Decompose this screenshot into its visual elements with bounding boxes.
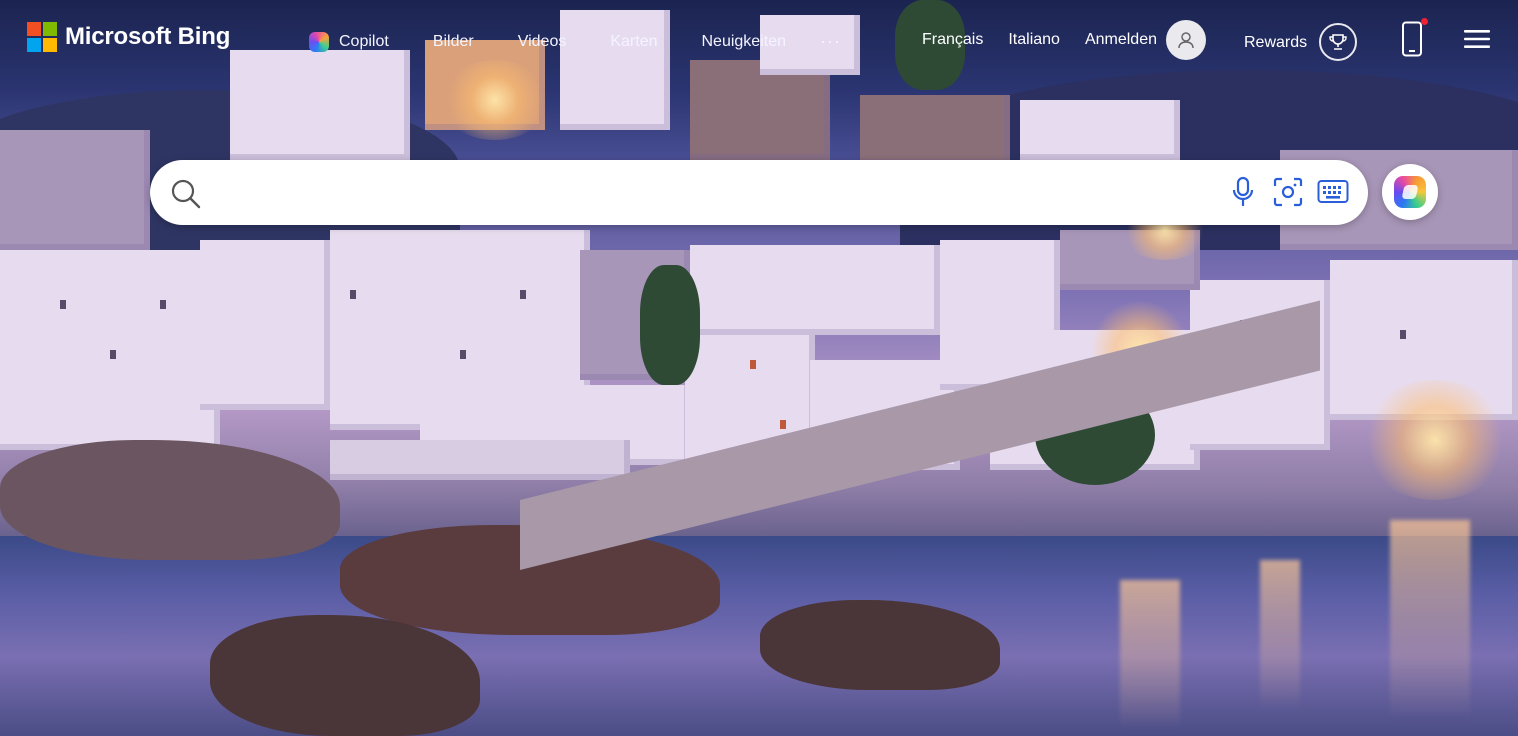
notification-dot	[1421, 18, 1429, 25]
light-glow	[1360, 380, 1510, 500]
light-reflection	[1120, 580, 1180, 730]
top-header: Microsoft Bing Copilot Bilder Videos Kar…	[0, 0, 1518, 80]
nav-item-karten[interactable]: Karten	[610, 33, 657, 51]
nav-item-bilder[interactable]: Bilder	[433, 33, 474, 51]
window	[110, 350, 116, 359]
window	[1400, 330, 1406, 339]
main-nav: Copilot Bilder Videos Karten Neuigkeiten…	[309, 31, 885, 52]
keyboard-icon	[1317, 180, 1349, 203]
hamburger-icon	[1464, 30, 1491, 48]
nav-item-videos[interactable]: Videos	[518, 33, 567, 51]
nav-item-label: Copilot	[339, 32, 389, 50]
menu-button[interactable]	[1463, 28, 1491, 55]
mobile-app-button[interactable]	[1401, 18, 1429, 62]
language-francais-link[interactable]: Français	[922, 31, 983, 49]
rewards-label[interactable]: Rewards	[1244, 34, 1307, 52]
rocks	[0, 440, 340, 560]
copilot-icon	[1394, 176, 1426, 208]
search-input[interactable]	[218, 172, 1272, 214]
window	[750, 360, 756, 369]
nav-item-label: Karten	[610, 32, 658, 50]
signin-link[interactable]: Anmelden	[1085, 31, 1157, 49]
rewards-trophy-icon[interactable]	[1319, 22, 1358, 61]
avatar[interactable]	[1166, 19, 1206, 60]
nav-item-label: Videos	[517, 32, 567, 50]
window	[780, 420, 786, 429]
light-reflection	[1390, 520, 1470, 720]
user-icon	[1178, 31, 1194, 48]
tree	[640, 265, 700, 385]
window	[60, 300, 66, 309]
building	[200, 240, 330, 410]
phone-icon	[1402, 21, 1423, 57]
microphone-icon	[1232, 176, 1254, 206]
nav-item-neuigkeiten[interactable]: Neuigkeiten	[702, 33, 787, 51]
window	[350, 290, 356, 299]
window	[520, 290, 526, 299]
visual-search-icon	[1273, 177, 1303, 207]
copilot-icon	[309, 31, 329, 52]
background-image	[0, 0, 1518, 736]
building	[690, 245, 940, 335]
copilot-button[interactable]	[1382, 164, 1438, 220]
nav-item-label: Bilder	[432, 32, 474, 50]
voice-search-button[interactable]	[1230, 176, 1256, 213]
keyboard-button[interactable]	[1317, 179, 1349, 210]
search-icon	[171, 179, 201, 209]
light-reflection	[1260, 560, 1300, 710]
window	[460, 350, 466, 359]
more-dots-icon: ···	[820, 31, 841, 51]
search-box	[150, 160, 1368, 225]
visual-search-button[interactable]	[1272, 176, 1304, 213]
building	[330, 440, 630, 480]
nav-item-label: Neuigkeiten	[701, 32, 787, 50]
language-italiano-link[interactable]: Italiano	[1008, 31, 1060, 49]
building	[860, 95, 1010, 165]
building	[0, 130, 150, 250]
bing-logo[interactable]: Microsoft Bing	[27, 22, 230, 52]
header-right: Français Italiano Anmelden Rewards	[922, 17, 1491, 62]
brand-name: Microsoft Bing	[65, 23, 231, 50]
microsoft-logo-icon	[27, 22, 57, 52]
more-nav-button[interactable]: ···	[820, 31, 841, 52]
nav-item-copilot[interactable]: Copilot	[309, 31, 389, 52]
building	[1020, 100, 1180, 160]
window	[160, 300, 166, 309]
